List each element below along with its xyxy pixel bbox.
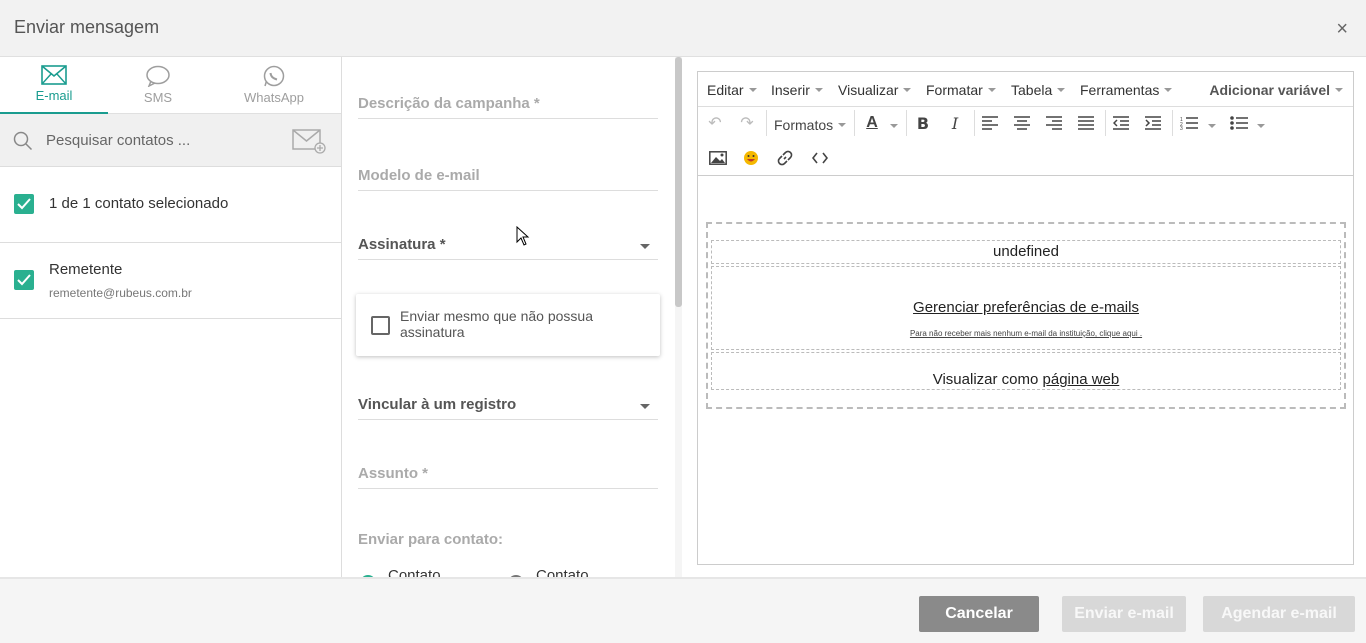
signature-label: Assinatura * <box>358 236 446 253</box>
menu-format[interactable]: Formatar <box>926 82 996 98</box>
view-as-prefix: Visualizar como <box>932 371 1043 388</box>
tab-email-label: E-mail <box>35 88 73 103</box>
schedule-email-button[interactable]: Agendar e-mail <box>1203 596 1355 632</box>
editor-menubar: Editar Inserir Visualizar Formatar Tabel… <box>698 72 1353 107</box>
manage-preferences-link[interactable]: Gerenciar preferências de e-mails <box>712 299 1340 316</box>
chevron-down-icon[interactable] <box>1257 124 1265 128</box>
tab-sms-label: SMS <box>143 90 173 105</box>
mouse-pointer-icon <box>516 226 530 246</box>
toolbar-divider <box>1105 110 1106 136</box>
align-center-icon[interactable] <box>1009 110 1035 136</box>
select-all-checkbox[interactable] <box>14 194 34 214</box>
align-right-icon[interactable] <box>1041 110 1067 136</box>
modal-header: Enviar mensagem × <box>0 0 1366 57</box>
contact-email: remetente@rubeus.com.br <box>49 286 192 300</box>
send-without-signature-label: Enviar mesmo que não possua assinatura <box>400 308 593 340</box>
bullet-list-icon[interactable] <box>1226 110 1252 136</box>
new-mail-icon[interactable] <box>292 127 328 155</box>
text-color-icon[interactable]: A <box>859 110 885 136</box>
modal-footer: Cancelar Enviar e-mail Agendar e-mail <box>0 577 1366 643</box>
link-record-label: Vincular à um registro <box>358 396 517 413</box>
contact-row[interactable]: Remetente remetente@rubeus.com.br <box>0 243 341 319</box>
search-input[interactable] <box>46 128 276 152</box>
toolbar-divider <box>766 110 767 136</box>
email-template-field[interactable]: Modelo de e-mail <box>358 167 658 191</box>
send-email-button[interactable]: Enviar e-mail <box>1062 596 1186 632</box>
add-variable-menu[interactable]: Adicionar variável <box>1209 82 1343 98</box>
svg-text:3: 3 <box>1180 126 1183 130</box>
content-block-webview[interactable]: Visualizar como página web <box>711 352 1341 390</box>
italic-icon[interactable]: I <box>942 110 968 136</box>
web-page-link[interactable]: página web <box>1043 371 1120 388</box>
align-justify-icon[interactable] <box>1073 110 1099 136</box>
align-left-icon[interactable] <box>977 110 1003 136</box>
bold-icon[interactable]: B <box>910 110 936 136</box>
selected-summary-row[interactable]: 1 de 1 contato selecionado <box>0 167 341 243</box>
check-icon <box>17 274 31 286</box>
send-without-signature-card: Enviar mesmo que não possua assinatura <box>356 294 660 356</box>
email-body-content[interactable]: undefined Gerenciar preferências de e-ma… <box>706 222 1346 409</box>
channel-tabs: E-mail SMS WhatsApp <box>0 57 341 114</box>
link-record-select[interactable]: Vincular à um registro <box>358 396 658 420</box>
toolbar-divider <box>854 110 855 136</box>
indent-icon[interactable] <box>1140 110 1166 136</box>
email-editor: Editar Inserir Visualizar Formatar Tabel… <box>697 71 1354 565</box>
chevron-down-icon <box>640 404 650 409</box>
content-block-preferences[interactable]: Gerenciar preferências de e-mails Para n… <box>711 266 1341 350</box>
outdent-icon[interactable] <box>1108 110 1134 136</box>
emoji-icon[interactable] <box>738 145 764 171</box>
tab-sms[interactable]: SMS <box>108 57 208 113</box>
selected-summary-label: 1 de 1 contato selecionado <box>49 195 229 212</box>
source-code-icon[interactable] <box>807 145 833 171</box>
close-icon[interactable]: × <box>1336 18 1348 41</box>
undo-icon[interactable]: ↶ <box>702 110 728 136</box>
chevron-down-icon[interactable] <box>1208 124 1216 128</box>
numbered-list-icon[interactable]: 123 <box>1176 110 1202 136</box>
menu-edit[interactable]: Editar <box>707 82 757 98</box>
unsubscribe-link[interactable]: Para não receber mais nenhum e-mail da i… <box>712 329 1340 338</box>
link-icon[interactable] <box>772 145 798 171</box>
editor-toolbar: ↶ ↷ Formatos A B I 123 <box>698 107 1353 176</box>
menu-view[interactable]: Visualizar <box>838 82 911 98</box>
send-message-modal: Enviar mensagem × E-mail SMS WhatsApp Pe… <box>0 0 1366 643</box>
menu-table[interactable]: Tabela <box>1011 82 1065 98</box>
contact-search <box>0 114 341 167</box>
redo-icon[interactable]: ↷ <box>734 110 760 136</box>
tab-whatsapp[interactable]: WhatsApp <box>208 57 340 113</box>
form-panel: Descrição da campanha * Modelo de e-mail… <box>342 57 685 577</box>
radio-label: Contato <box>388 567 441 577</box>
chat-bubble-icon <box>146 65 170 87</box>
menu-tools[interactable]: Ferramentas <box>1080 82 1172 98</box>
subject-field[interactable]: Assunto * <box>358 465 658 489</box>
image-icon[interactable] <box>705 145 731 171</box>
menu-insert[interactable]: Inserir <box>771 82 823 98</box>
toolbar-divider <box>906 110 907 136</box>
signature-select[interactable]: Assinatura * <box>358 236 658 260</box>
contact-name: Remetente <box>49 261 123 278</box>
campaign-description-field[interactable]: Descrição da campanha * <box>358 95 658 119</box>
check-icon <box>17 198 31 210</box>
toolbar-divider <box>1172 110 1173 136</box>
send-without-signature-checkbox[interactable] <box>371 316 390 335</box>
chevron-down-icon <box>640 244 650 249</box>
content-block-undefined[interactable]: undefined <box>711 240 1341 264</box>
search-icon <box>13 131 33 151</box>
tab-email[interactable]: E-mail <box>0 57 108 114</box>
mail-icon <box>41 65 67 85</box>
cancel-button[interactable]: Cancelar <box>919 596 1039 632</box>
modal-title: Enviar mensagem <box>14 17 160 37</box>
whatsapp-icon <box>263 65 285 87</box>
toolbar-divider <box>974 110 975 136</box>
contacts-panel: E-mail SMS WhatsApp 1 de 1 contato selec… <box>0 57 342 577</box>
contact-checkbox[interactable] <box>14 270 34 290</box>
radio-label: Contato <box>536 567 589 577</box>
form-scrollbar[interactable] <box>675 57 682 577</box>
tab-whatsapp-label: WhatsApp <box>244 90 304 105</box>
chevron-down-icon[interactable] <box>890 124 898 128</box>
scrollbar-thumb[interactable] <box>675 57 682 307</box>
formats-dropdown[interactable]: Formatos <box>774 117 846 133</box>
send-to-contact-label: Enviar para contato: <box>358 531 504 548</box>
